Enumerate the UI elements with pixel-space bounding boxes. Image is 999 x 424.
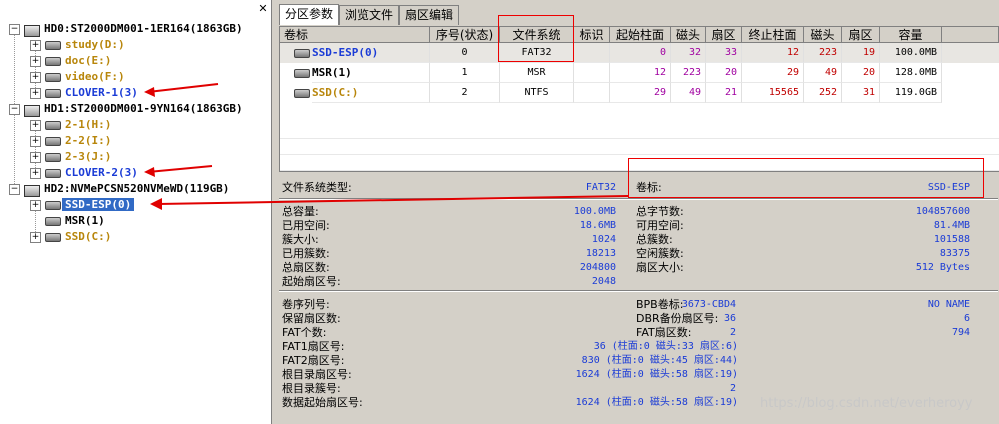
arrow-head-icon: [150, 198, 162, 210]
watermark: https://blog.csdn.net/everheroyy: [760, 396, 973, 411]
arrow-clover-2: [147, 165, 213, 173]
annotation-arrows: [144, 83, 629, 210]
arrow-head-icon: [144, 167, 155, 177]
arrow-clover-1: [147, 83, 219, 93]
arrow-head-icon: [144, 87, 155, 97]
arrow-ssd-esp: [157, 195, 629, 205]
